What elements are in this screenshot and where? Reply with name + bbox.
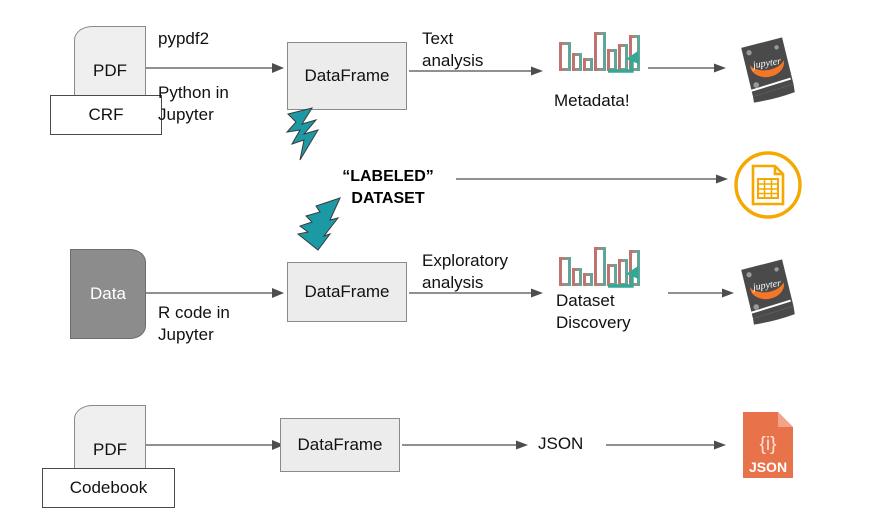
mid-label-json: JSON [538, 434, 584, 453]
dataframe-label: DataFrame [304, 282, 390, 301]
dataframe-box-row3[interactable]: DataFrame [280, 418, 400, 472]
dataframe-box-row2[interactable]: DataFrame [287, 262, 407, 322]
source-doc-label: Data [90, 284, 126, 303]
source-doc-label: PDF [93, 440, 127, 459]
arrow-discovery-to-notebook [668, 288, 734, 298]
arrow-dataframe-to-metadata [409, 66, 543, 76]
arrow-metadata-to-notebook [648, 63, 726, 73]
bar-chart-icon-metadata [558, 32, 640, 74]
arrow-data-to-dataframe [146, 288, 284, 298]
edge-label-python-jupyter: Python in Jupyter [158, 83, 229, 125]
spreadsheet-circle-icon[interactable] [733, 150, 803, 220]
source-caption-crf[interactable]: CRF [50, 95, 162, 135]
arrow-dataframe-to-discovery [409, 288, 543, 298]
bar-chart-icon-discovery [558, 247, 640, 289]
arrow-crf-to-dataframe [146, 63, 284, 73]
arrow-json-label-to-icon [606, 440, 726, 450]
dataframe-label: DataFrame [297, 435, 383, 454]
lightning-bolt-icon-upper [285, 107, 320, 161]
json-icon-label: JSON [749, 459, 787, 475]
chart-caption-discovery: Dataset Discovery [556, 291, 631, 333]
source-caption-label: Codebook [69, 478, 148, 497]
source-doc-label: PDF [93, 61, 127, 80]
json-file-icon[interactable]: {i} JSON [740, 410, 796, 480]
arrow-dataset-to-spreadsheet [456, 174, 728, 184]
arrow-dataframe-to-json-label [402, 440, 528, 450]
jupyter-book-icon-row1[interactable]: jupyter [735, 37, 801, 103]
json-brace-glyph: {i} [760, 434, 777, 455]
lightning-bolt-icon-lower [296, 197, 341, 251]
source-caption-label: CRF [88, 105, 124, 124]
edge-label-pypdf2: pypdf2 [158, 29, 210, 48]
labeled-dataset-label: “LABELED” DATASET [342, 168, 434, 207]
diagram-canvas: PDF CRF pypdf2 Python in Jupyter DataFra… [0, 0, 869, 516]
jupyter-book-icon-row2[interactable]: jupyter [735, 259, 801, 325]
chart-caption-metadata: Metadata! [554, 91, 630, 110]
source-doc-data[interactable]: Data [70, 249, 146, 339]
arrow-codebook-to-dataframe [146, 440, 284, 450]
dataframe-box-row1[interactable]: DataFrame [287, 42, 407, 110]
source-caption-codebook[interactable]: Codebook [42, 468, 175, 508]
edge-label-r-jupyter: R code in Jupyter [158, 303, 230, 345]
dataframe-label: DataFrame [304, 66, 390, 85]
